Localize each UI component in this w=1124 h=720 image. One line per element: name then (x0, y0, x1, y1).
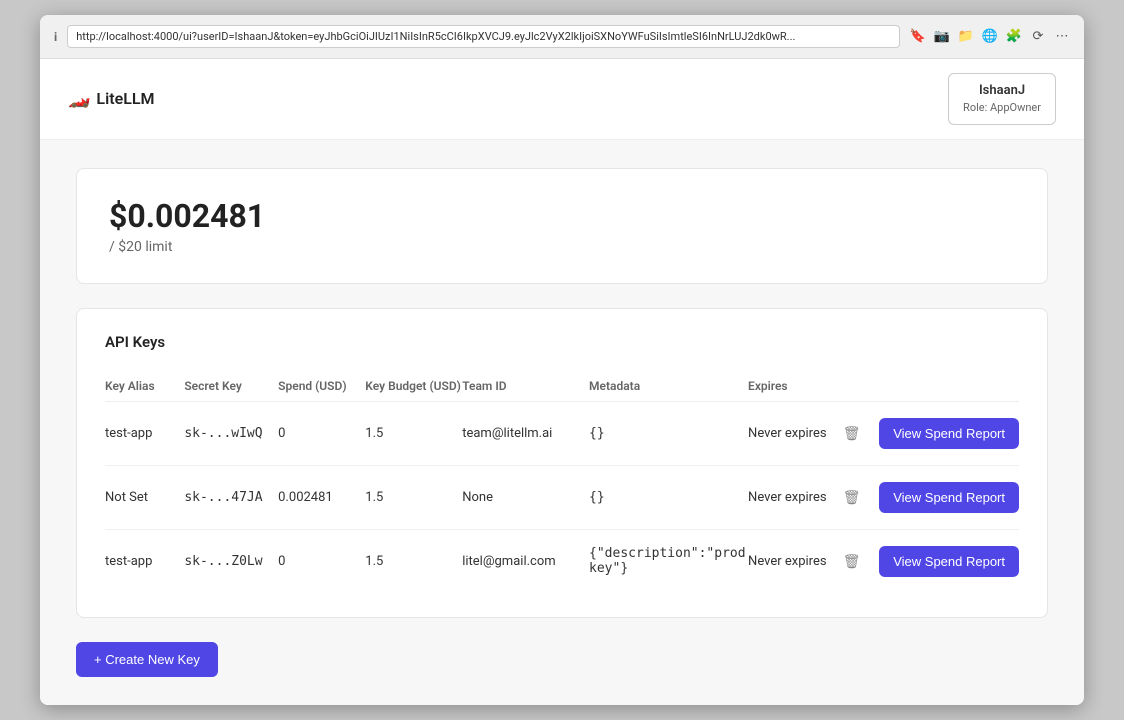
spend-card: $0.002481 / $20 limit (76, 168, 1048, 284)
puzzle-icon[interactable]: 🧩 (1006, 29, 1022, 45)
browser-toolbar: 🔖 📷 📁 🌐 🧩 ⟳ ⋯ (910, 29, 1070, 45)
cell-alias-2: test-app (105, 529, 184, 593)
cell-delete-0: 🗑 (839, 401, 872, 465)
globe-icon[interactable]: 🌐 (982, 29, 998, 45)
cell-action-1: View Spend Report (872, 465, 1019, 529)
logo-text: LiteLLM (96, 89, 154, 108)
cell-budget-0: 1.5 (365, 401, 462, 465)
col-header-alias: Key Alias (105, 371, 184, 402)
cell-metadata-1: {} (589, 465, 748, 529)
main-content: $0.002481 / $20 limit API Keys Key Alias… (40, 140, 1084, 705)
url-bar[interactable]: http://localhost:4000/ui?userID=IshaanJ&… (67, 25, 900, 48)
cell-delete-2: 🗑 (839, 529, 872, 593)
cell-secret-1: sk-...47JA (184, 465, 278, 529)
cell-metadata-2: {"description":"prod key"} (589, 529, 748, 593)
refresh-icon[interactable]: ⟳ (1030, 29, 1046, 45)
create-new-key-button[interactable]: + Create New Key (76, 642, 218, 677)
cell-expires-0: Never expires (748, 401, 839, 465)
cell-expires-2: Never expires (748, 529, 839, 593)
cell-budget-1: 1.5 (365, 465, 462, 529)
table-row: test-app sk-...Z0Lw 0 1.5 litel@gmail.co… (105, 529, 1019, 593)
bookmark-icon[interactable]: 🔖 (910, 29, 926, 45)
cell-secret-2: sk-...Z0Lw (184, 529, 278, 593)
col-header-secret: Secret Key (184, 371, 278, 402)
cell-spend-2: 0 (278, 529, 365, 593)
app-header: 🏎️ LiteLLM IshaanJ Role: AppOwner (40, 59, 1084, 140)
app-content: 🏎️ LiteLLM IshaanJ Role: AppOwner $0.002… (40, 59, 1084, 705)
view-spend-report-button-1[interactable]: View Spend Report (879, 482, 1019, 513)
cell-team-1: None (462, 465, 589, 529)
table-row: Not Set sk-...47JA 0.002481 1.5 None {} … (105, 465, 1019, 529)
table-row: test-app sk-...wIwQ 0 1.5 team@litellm.a… (105, 401, 1019, 465)
cell-team-0: team@litellm.ai (462, 401, 589, 465)
folder-icon[interactable]: 📁 (958, 29, 974, 45)
col-header-team: Team ID (462, 371, 589, 402)
cell-expires-1: Never expires (748, 465, 839, 529)
cell-action-0: View Spend Report (872, 401, 1019, 465)
cell-alias-0: test-app (105, 401, 184, 465)
cell-spend-1: 0.002481 (278, 465, 365, 529)
delete-key-button-2[interactable]: 🗑 (839, 549, 865, 574)
cell-team-2: litel@gmail.com (462, 529, 589, 593)
delete-key-button-0[interactable]: 🗑 (839, 421, 865, 446)
view-spend-report-button-0[interactable]: View Spend Report (879, 418, 1019, 449)
logo-icon: 🏎️ (68, 88, 90, 109)
cell-secret-0: sk-...wIwQ (184, 401, 278, 465)
info-icon: i (54, 30, 57, 44)
cell-metadata-0: {} (589, 401, 748, 465)
cell-delete-1: 🗑 (839, 465, 872, 529)
section-title: API Keys (105, 333, 1019, 351)
user-name: IshaanJ (963, 82, 1041, 100)
spend-amount: $0.002481 (109, 197, 1015, 235)
api-keys-card: API Keys Key Alias Secret Key Spend (USD… (76, 308, 1048, 618)
view-spend-report-button-2[interactable]: View Spend Report (879, 546, 1019, 577)
col-header-metadata: Metadata (589, 371, 748, 402)
col-header-expires: Expires (748, 371, 839, 402)
user-role: Role: AppOwner (963, 100, 1041, 115)
col-header-budget: Key Budget (USD) (365, 371, 462, 402)
user-badge: IshaanJ Role: AppOwner (948, 73, 1056, 125)
col-header-spend: Spend (USD) (278, 371, 365, 402)
menu-icon[interactable]: ⋯ (1054, 29, 1070, 45)
table-header-row: Key Alias Secret Key Spend (USD) Key Bud… (105, 371, 1019, 402)
spend-limit: / $20 limit (109, 239, 1015, 255)
app-logo: 🏎️ LiteLLM (68, 88, 155, 109)
browser-window: i http://localhost:4000/ui?userID=Ishaan… (40, 15, 1084, 705)
cell-budget-2: 1.5 (365, 529, 462, 593)
screenshot-icon[interactable]: 📷 (934, 29, 950, 45)
delete-key-button-1[interactable]: 🗑 (839, 485, 865, 510)
cell-alias-1: Not Set (105, 465, 184, 529)
col-header-delete (839, 371, 872, 402)
col-header-action (872, 371, 1019, 402)
browser-bar: i http://localhost:4000/ui?userID=Ishaan… (40, 15, 1084, 59)
cell-action-2: View Spend Report (872, 529, 1019, 593)
cell-spend-0: 0 (278, 401, 365, 465)
api-keys-table: Key Alias Secret Key Spend (USD) Key Bud… (105, 371, 1019, 593)
